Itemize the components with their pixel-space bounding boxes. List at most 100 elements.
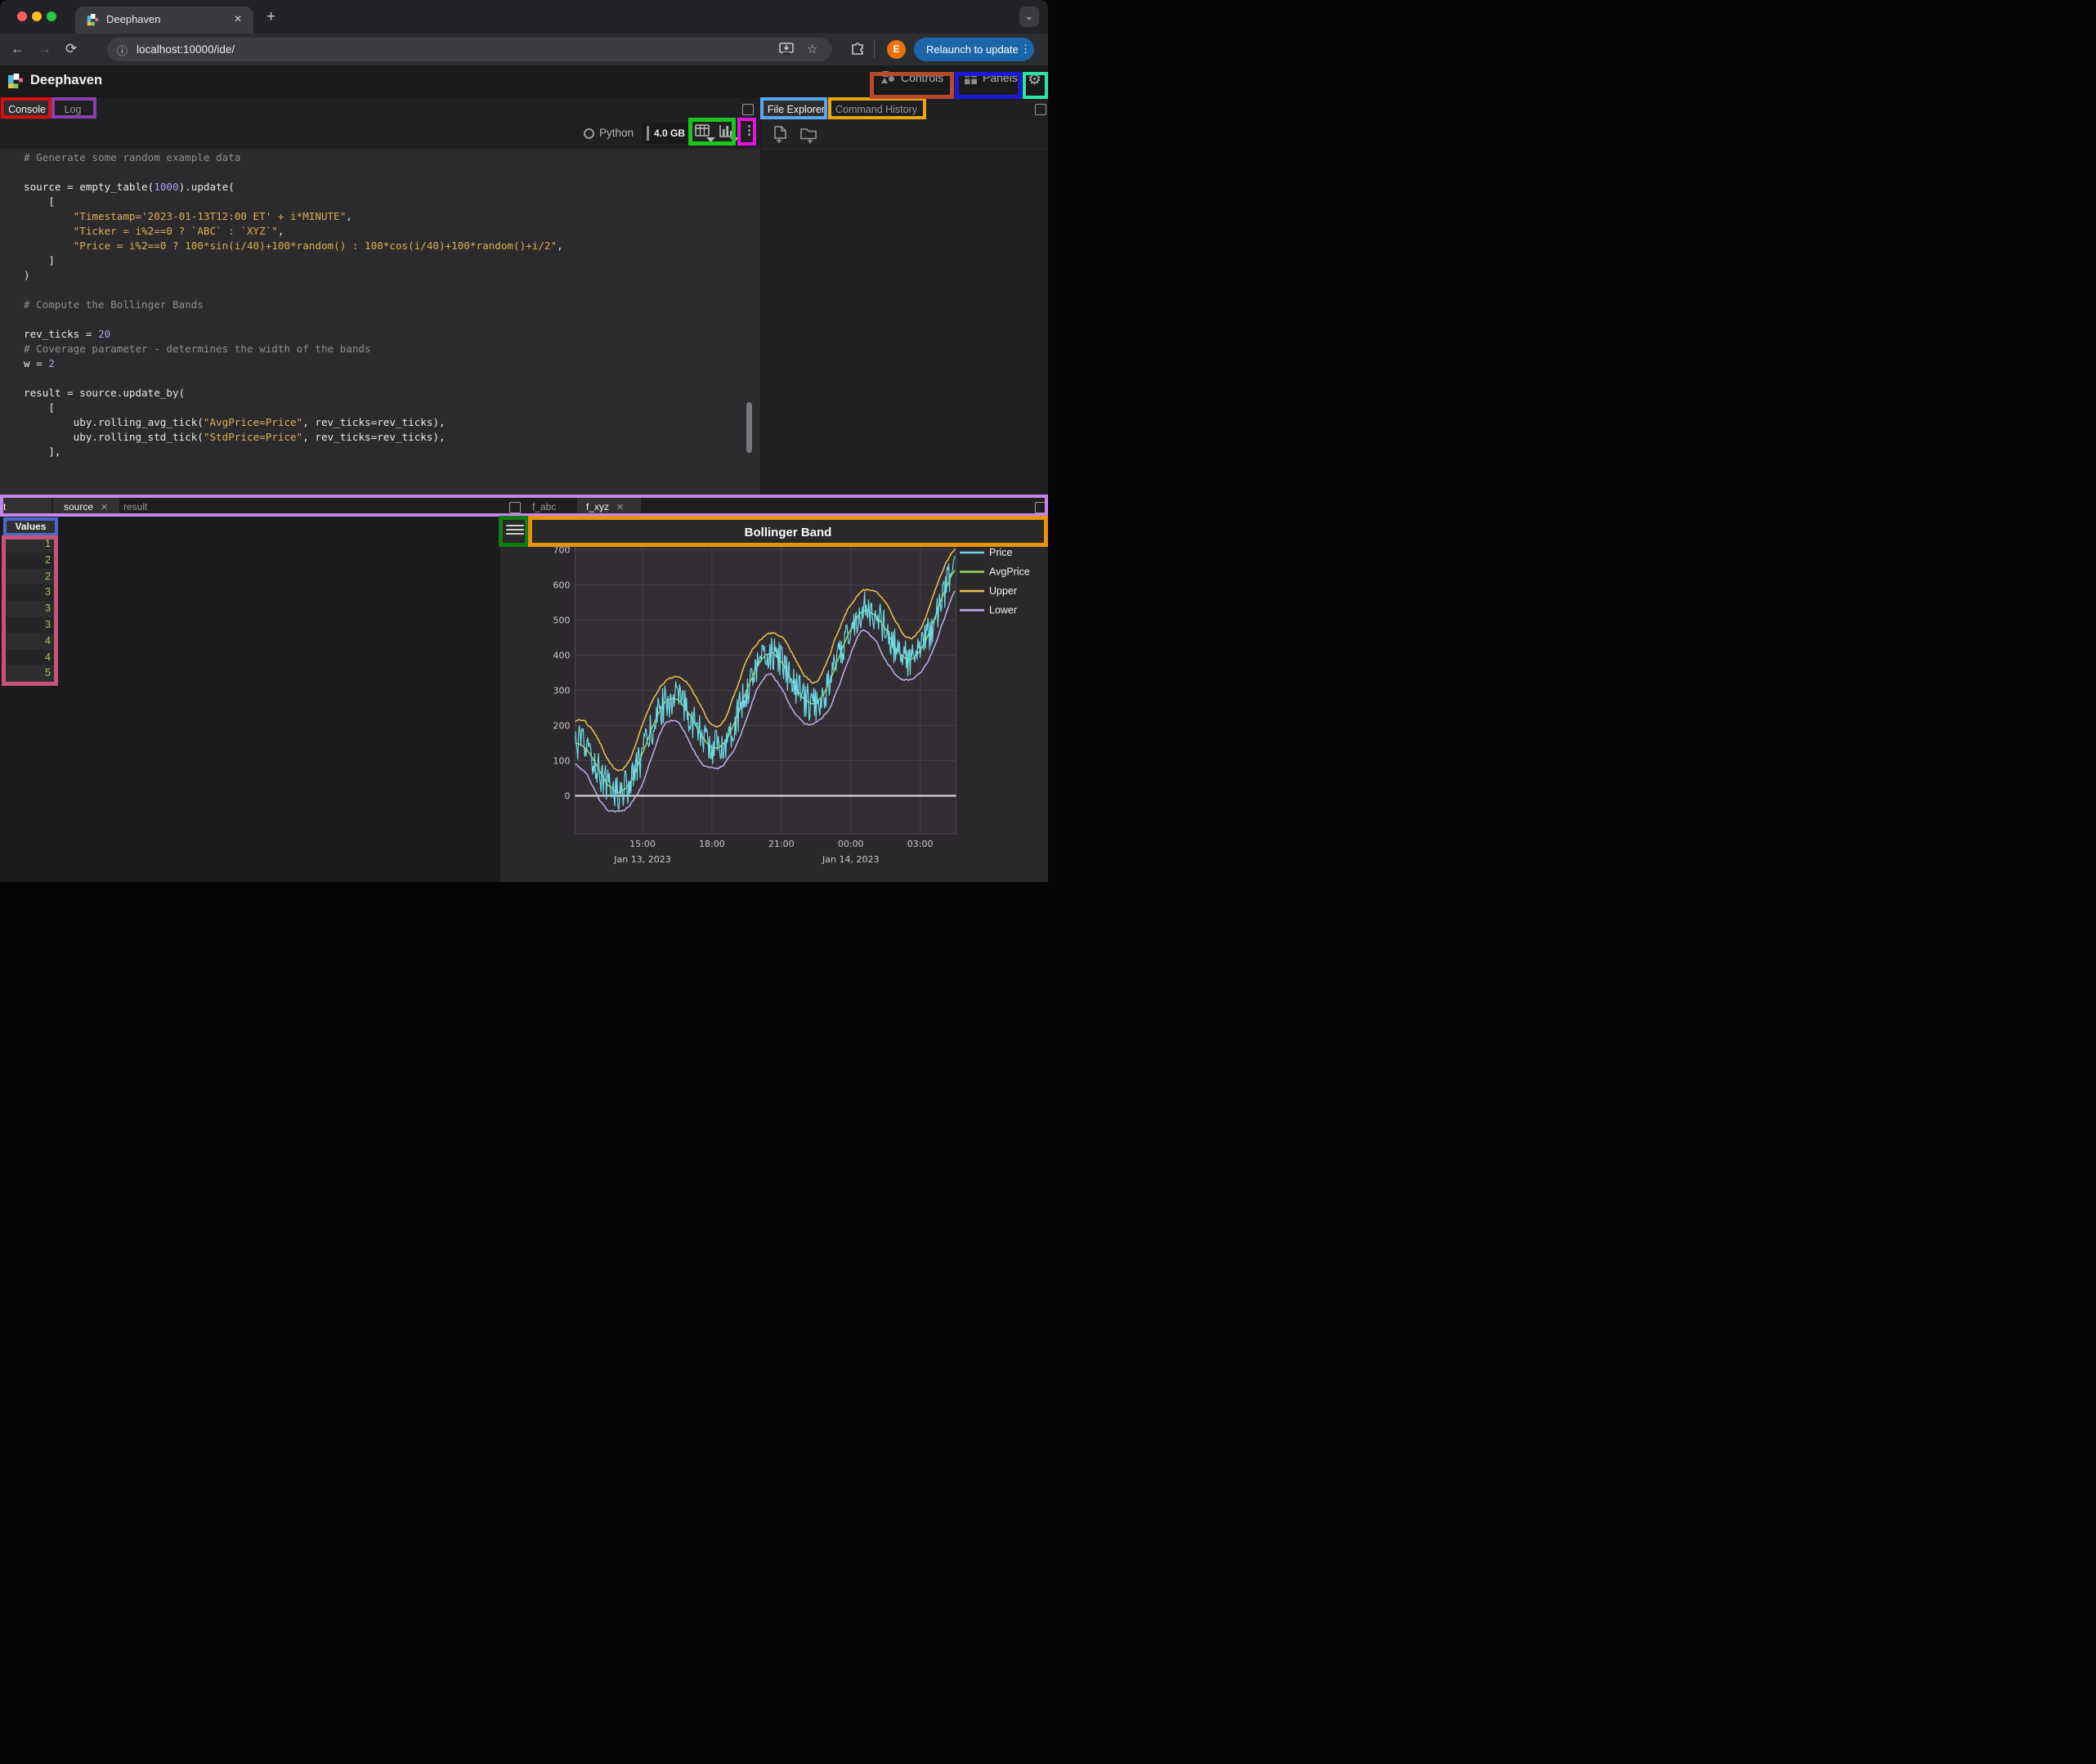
close-tab-icon[interactable]: ✕ bbox=[616, 503, 624, 513]
maximize-panel-icon[interactable] bbox=[742, 104, 754, 115]
zoom-window-button[interactable] bbox=[47, 11, 56, 21]
chart-panel: Bollinger Band 010020030040050060070015:… bbox=[500, 517, 1048, 882]
maximize-panel-icon[interactable] bbox=[1035, 104, 1046, 115]
controls-button[interactable]: Controls bbox=[881, 71, 943, 92]
new-file-icon[interactable] bbox=[773, 126, 789, 144]
table-row[interactable]: 4 bbox=[4, 650, 57, 666]
session-language-label: Python bbox=[599, 127, 634, 139]
close-window-button[interactable] bbox=[17, 11, 27, 21]
close-tab-icon[interactable]: ✕ bbox=[101, 503, 108, 513]
create-table-icon[interactable] bbox=[695, 123, 717, 143]
code-line: # Coverage parameter - determines the wi… bbox=[24, 342, 563, 356]
table-row[interactable]: 3 bbox=[4, 601, 57, 617]
back-icon[interactable]: ← bbox=[11, 41, 25, 57]
table-row[interactable]: 1 bbox=[4, 536, 57, 553]
code-line bbox=[24, 371, 563, 386]
code-line: uby.rolling_avg_tick("AvgPrice=Price", r… bbox=[24, 415, 563, 430]
close-tab-icon[interactable]: ✕ bbox=[234, 13, 242, 25]
install-app-icon[interactable] bbox=[779, 43, 794, 56]
values-column-header[interactable]: Values bbox=[4, 518, 57, 535]
values-column-rows: 122333445 bbox=[4, 536, 57, 682]
relaunch-to-update-button[interactable]: Relaunch to update ⋮ bbox=[914, 38, 1034, 61]
legend-item-upper[interactable]: Upper bbox=[960, 585, 1017, 597]
y-tick-label: 200 bbox=[553, 721, 571, 732]
legend-label: Price bbox=[989, 547, 1013, 558]
tab-file-explorer[interactable]: File Explorer bbox=[764, 100, 829, 119]
tab-console[interactable]: Console bbox=[5, 100, 49, 119]
minimize-window-button[interactable] bbox=[32, 11, 42, 21]
legend-item-avgprice[interactable]: AvgPrice bbox=[960, 566, 1030, 578]
x-tick-label: 21:00 bbox=[768, 839, 795, 849]
panels-label: Panels bbox=[983, 71, 1018, 84]
browser-tab-strip: Deephaven ✕ + ⌄ bbox=[0, 0, 1048, 34]
settings-gear-icon[interactable]: ⚙ bbox=[1028, 70, 1041, 89]
code-line: ) bbox=[24, 268, 563, 283]
editor-scrollbar[interactable] bbox=[746, 402, 752, 453]
code-content: # Generate some random example data sour… bbox=[0, 150, 563, 459]
new-tab-button[interactable]: + bbox=[266, 8, 275, 26]
tab-command-history[interactable]: Command History bbox=[831, 100, 922, 119]
profile-avatar[interactable]: E bbox=[887, 40, 906, 59]
source-table-panel: Values 122333445 bbox=[0, 517, 500, 882]
maximize-panel-icon[interactable] bbox=[1035, 502, 1046, 513]
table-row[interactable]: 5 bbox=[4, 665, 57, 682]
bookmark-star-icon[interactable]: ☆ bbox=[807, 42, 817, 56]
code-editor[interactable]: # Generate some random example data sour… bbox=[0, 149, 760, 497]
extensions-puzzle-icon[interactable] bbox=[850, 40, 865, 55]
browser-menu-kebab-icon[interactable]: ⋮ bbox=[1020, 43, 1031, 56]
legend-label: AvgPrice bbox=[989, 566, 1030, 578]
forward-icon[interactable]: → bbox=[38, 41, 52, 57]
tab-f-abc[interactable]: f_abc bbox=[527, 497, 575, 517]
code-line: [ bbox=[24, 401, 563, 415]
table-row[interactable]: 2 bbox=[4, 553, 57, 569]
code-line: # Compute the Bollinger Bands bbox=[24, 298, 563, 312]
table-row[interactable]: 2 bbox=[4, 569, 57, 585]
y-tick-label: 300 bbox=[553, 686, 571, 696]
code-line: "Timestamp='2023-01-13T12:00 ET' + i*MIN… bbox=[24, 209, 563, 224]
tab-log[interactable]: Log bbox=[54, 100, 92, 119]
panels-grid-icon bbox=[965, 72, 977, 84]
legend-item-price[interactable]: Price bbox=[960, 547, 1013, 558]
plot-area bbox=[576, 546, 956, 835]
file-explorer-panel: File Explorer Command History bbox=[761, 98, 1048, 497]
console-overflow-kebab-icon[interactable]: ⋮ bbox=[743, 123, 755, 137]
bollinger-chart: 010020030040050060070015:0018:0021:0000:… bbox=[500, 517, 1048, 882]
console-panel: Console Log Python 4.0 GB bbox=[0, 98, 760, 497]
new-folder-icon[interactable] bbox=[800, 127, 820, 144]
browser-tab[interactable]: Deephaven ✕ bbox=[75, 7, 253, 34]
browser-tab-title: Deephaven bbox=[106, 13, 161, 25]
table-row[interactable]: 4 bbox=[4, 634, 57, 650]
deephaven-logo bbox=[8, 74, 24, 89]
file-explorer-toolbar bbox=[761, 119, 1048, 150]
y-tick-label: 500 bbox=[553, 616, 571, 626]
x-tick-label: 18:00 bbox=[699, 839, 725, 849]
y-tick-label: 700 bbox=[553, 545, 571, 556]
tab-f-xyz[interactable]: f_xyz✕ bbox=[577, 497, 641, 517]
code-line bbox=[24, 165, 563, 180]
code-line: [ bbox=[24, 195, 563, 209]
tab-result[interactable]: result bbox=[120, 497, 168, 517]
screen: Deephaven ✕ + ⌄ ← → ⟳ ⓘ localhost:10000/… bbox=[0, 0, 1048, 882]
memory-usage-bar bbox=[647, 126, 649, 141]
maximize-panel-icon[interactable] bbox=[509, 502, 521, 513]
reload-icon[interactable]: ⟳ bbox=[65, 41, 77, 57]
y-tick-label: 100 bbox=[553, 756, 571, 767]
legend-label: Upper bbox=[989, 585, 1017, 597]
code-line: w = 2 bbox=[24, 356, 563, 371]
panels-button[interactable]: Panels bbox=[965, 71, 1018, 92]
legend-label: Lower bbox=[989, 605, 1017, 616]
code-line: "Price = i%2==0 ? 100*sin(i/40)+100*rand… bbox=[24, 239, 563, 253]
tab-source[interactable]: source✕ bbox=[53, 497, 119, 517]
toolbar-divider bbox=[874, 40, 875, 58]
console-tab-row: Console Log bbox=[0, 98, 760, 119]
bottom-tab-strip: t source✕ result f_abc f_xyz✕ bbox=[0, 497, 1048, 517]
tab-t[interactable]: t bbox=[0, 497, 52, 517]
table-row[interactable]: 3 bbox=[4, 584, 57, 601]
x-date-label: Jan 13, 2023 bbox=[613, 854, 670, 865]
create-chart-icon[interactable] bbox=[719, 123, 741, 143]
address-bar[interactable]: ⓘ localhost:10000/ide/ ☆ bbox=[107, 38, 832, 61]
site-info-icon[interactable]: ⓘ bbox=[117, 43, 128, 58]
legend-item-lower[interactable]: Lower bbox=[960, 605, 1017, 616]
table-row[interactable]: 3 bbox=[4, 617, 57, 634]
tab-search-chevron-icon[interactable]: ⌄ bbox=[1019, 7, 1039, 27]
